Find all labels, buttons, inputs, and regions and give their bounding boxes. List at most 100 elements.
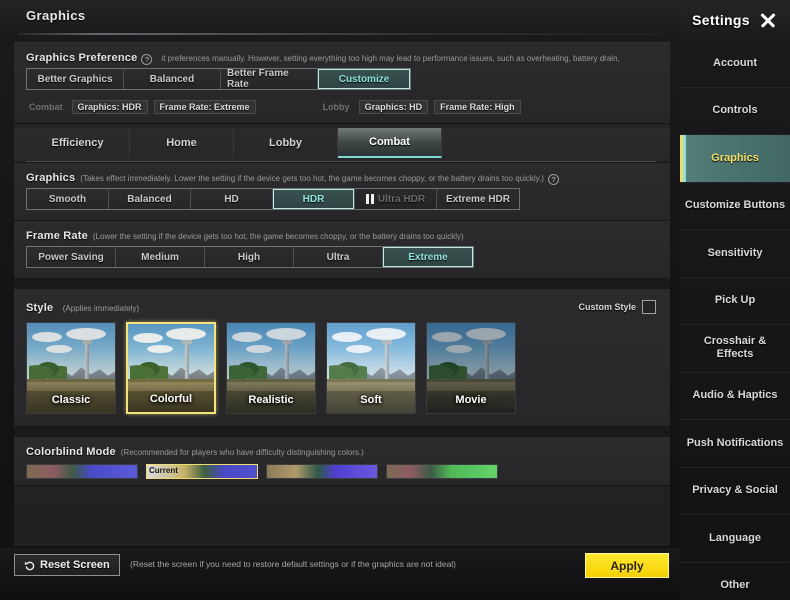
frame-rate-option-ultra[interactable]: Ultra	[294, 247, 383, 267]
summary-chip-combat-framerate: Frame Rate: Extreme	[153, 100, 256, 114]
style-thumb-classic[interactable]: Classic	[26, 322, 116, 414]
preference-option-customize[interactable]: Customize	[318, 69, 410, 89]
sidebar-header: Settings	[680, 0, 790, 40]
graphics-option-smooth[interactable]: Smooth	[27, 189, 109, 209]
sidebar-item-crosshair-effects[interactable]: Crosshair & Effects	[680, 325, 790, 373]
option-label: Extreme HDR	[446, 193, 510, 205]
style-thumb-colorful[interactable]: Colorful	[126, 322, 216, 414]
option-label: Better Frame Rate	[227, 68, 289, 90]
undo-arrow-icon	[24, 560, 35, 570]
frame-rate-note: (Lower the setting if the device gets to…	[92, 232, 464, 241]
preference-option-better-frame-rate[interactable]: Better Frame Rate	[221, 68, 318, 90]
sidebar-item-audio-haptics[interactable]: Audio & Haptics	[680, 373, 790, 420]
tabs-underline	[26, 161, 657, 162]
tab-home[interactable]: Home	[130, 128, 234, 158]
style-thumb-realistic[interactable]: Realistic	[226, 322, 316, 414]
graphics-option-hd[interactable]: HD	[191, 189, 273, 209]
option-label: Balanced	[127, 193, 172, 205]
sidebar-item-pick-up[interactable]: Pick Up	[680, 278, 790, 325]
style-header: Style (Applies immediately) Custom Style	[14, 289, 670, 320]
tab-combat[interactable]: Combat	[338, 128, 442, 158]
sidebar-item-push-notifications[interactable]: Push Notifications	[680, 420, 790, 468]
frame-rate-header: Frame Rate (Lower the setting if the dev…	[14, 221, 670, 246]
option-label: HDR	[302, 193, 325, 205]
graphics-preference-options[interactable]: Better Graphics Balanced Better Frame Rate…	[26, 68, 411, 90]
close-icon[interactable]	[758, 10, 778, 30]
custom-style-label: Custom Style	[578, 302, 636, 312]
style-section: Style (Applies immediately) Custom Style…	[14, 289, 670, 427]
sidebar-item-other[interactable]: Other	[680, 563, 790, 600]
sidebar-item-controls[interactable]: Controls	[680, 88, 790, 135]
scenario-tabs[interactable]: Efficiency Home Lobby Combat	[26, 128, 658, 162]
sidebar-item-graphics[interactable]: Graphics	[680, 135, 790, 183]
sidebar-item-customize-buttons[interactable]: Customize Buttons	[680, 183, 790, 230]
graphics-settings-panel: Graphics Preference ? it preferences man…	[14, 42, 670, 546]
frame-rate-options[interactable]: Power Saving Medium High Ultra Extreme	[26, 246, 474, 268]
custom-style-toggle[interactable]: Custom Style	[578, 300, 656, 314]
sidebar-item-label: Push Notifications	[686, 436, 784, 449]
style-thumbnail-list[interactable]: Classic Colorful Realistic Soft Movie	[14, 320, 670, 426]
custom-style-checkbox[interactable]	[642, 300, 656, 314]
sidebar-menu[interactable]: Account Controls Graphics Customize Buttons…	[680, 40, 790, 600]
graphics-option-balanced[interactable]: Balanced	[109, 189, 191, 209]
reset-screen-note: (Reset the screen if you need to restore…	[130, 559, 457, 569]
sidebar-item-language[interactable]: Language	[680, 515, 790, 563]
settings-screen: Graphics Graphics Preference ? it prefer…	[0, 0, 790, 600]
colorblind-swatch-3[interactable]	[266, 464, 378, 479]
style-thumb-soft[interactable]: Soft	[326, 322, 416, 414]
question-mark-icon[interactable]: ?	[547, 174, 559, 185]
frame-rate-option-medium[interactable]: Medium	[116, 247, 205, 267]
graphics-option-hdr[interactable]: HDR	[273, 189, 355, 209]
style-thumb-label: Colorful	[149, 393, 193, 405]
option-label: Balanced	[149, 73, 195, 85]
summary-group-lobby: Lobby	[322, 102, 350, 112]
graphics-preference-note: it preferences manually. However, settin…	[161, 54, 620, 63]
preference-option-better-graphics[interactable]: Better Graphics	[27, 69, 124, 89]
sidebar-item-sensitivity[interactable]: Sensitivity	[680, 230, 790, 278]
style-thumb-label: Movie	[455, 394, 487, 406]
settings-sidebar: Settings Account Controls Graphics Customiz…	[680, 0, 790, 600]
option-label: HD	[224, 193, 239, 205]
summary-group-combat: Combat	[29, 102, 63, 112]
sidebar-item-privacy-social[interactable]: Privacy & Social	[680, 468, 790, 515]
option-label: Smooth	[48, 193, 87, 205]
frame-rate-section: Frame Rate (Lower the setting if the dev…	[14, 221, 670, 279]
style-thumb-label: Classic	[51, 394, 91, 406]
graphics-preference-header: Graphics Preference ? it preferences man…	[14, 43, 670, 68]
reset-screen-button[interactable]: Reset Screen	[14, 554, 120, 576]
style-thumb-label: Realistic	[248, 394, 294, 406]
sidebar-item-label: Pick Up	[714, 294, 756, 307]
colorblind-swatch-1[interactable]	[26, 464, 138, 479]
colorblind-swatch-2[interactable]: Current	[146, 464, 258, 479]
graphics-option-extreme-hdr[interactable]: Extreme HDR	[437, 189, 519, 209]
graphics-quality-options[interactable]: Smooth Balanced HD HDR Ultra HDR Extreme HDR	[26, 188, 520, 210]
tab-lobby[interactable]: Lobby	[234, 128, 338, 158]
apply-button[interactable]: Apply	[585, 553, 669, 578]
frame-rate-option-power-saving[interactable]: Power Saving	[27, 247, 116, 267]
graphics-quality-section: Graphics (Takes effect immediately. Lowe…	[14, 163, 670, 221]
option-label: Customize	[338, 73, 390, 85]
preference-summary: Combat Graphics: HDR Frame Rate: Extreme…	[26, 100, 658, 114]
sidebar-item-label: Controls	[712, 104, 758, 117]
style-thumb-movie[interactable]: Movie	[426, 322, 516, 414]
sidebar-item-account[interactable]: Account	[680, 40, 790, 88]
preference-option-balanced[interactable]: Balanced	[124, 69, 221, 89]
colorblind-header: Colorblind Mode (Recommended for players…	[14, 437, 670, 462]
colorblind-swatch-4[interactable]	[386, 464, 498, 479]
graphics-option-ultra-hdr[interactable]: Ultra HDR	[355, 189, 437, 209]
style-note: (Applies immediately)	[62, 304, 140, 313]
frame-rate-option-high[interactable]: High	[205, 247, 294, 267]
colorblind-section: Colorblind Mode (Recommended for players…	[14, 437, 670, 486]
option-label: Extreme	[408, 251, 448, 263]
sidebar-item-label: Other	[720, 579, 750, 592]
frame-rate-option-extreme[interactable]: Extreme	[383, 247, 473, 267]
tab-efficiency[interactable]: Efficiency	[26, 128, 130, 158]
graphics-quality-header: Graphics (Takes effect immediately. Lowe…	[14, 163, 670, 188]
graphics-preference-title: Graphics Preference	[26, 52, 138, 64]
graphics-quality-title: Graphics	[26, 172, 76, 184]
summary-chip-combat-graphics: Graphics: HDR	[71, 100, 148, 114]
question-mark-icon[interactable]: ?	[141, 54, 153, 65]
summary-chip-lobby-graphics: Graphics: HD	[358, 100, 429, 114]
colorblind-swatch-list[interactable]: Current	[14, 462, 670, 485]
graphics-quality-note: (Takes effect immediately. Lower the set…	[80, 174, 544, 183]
